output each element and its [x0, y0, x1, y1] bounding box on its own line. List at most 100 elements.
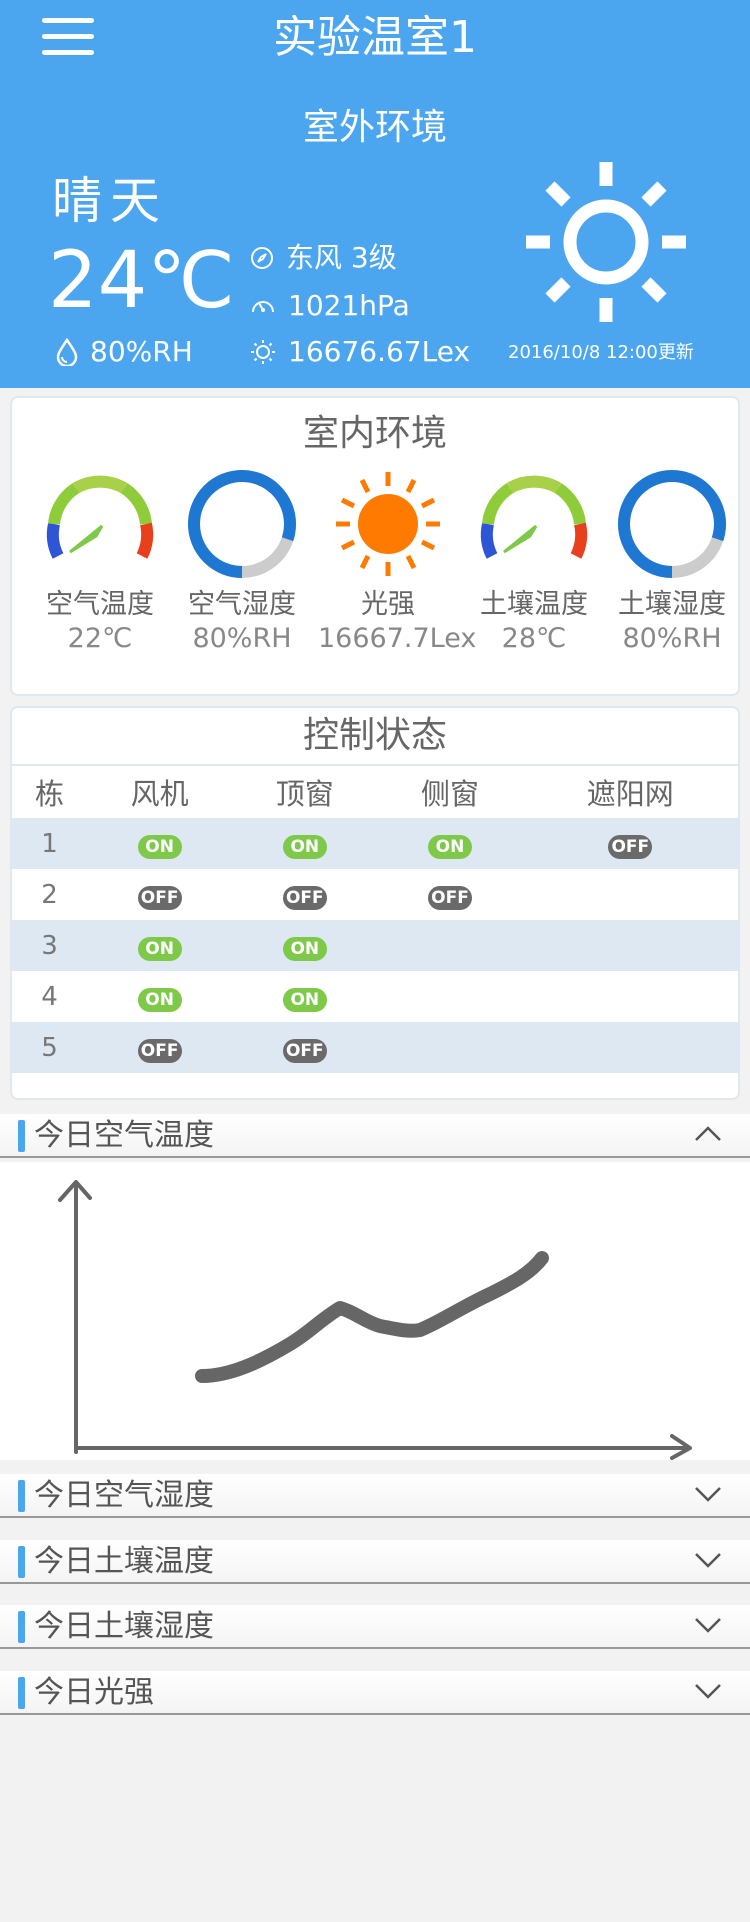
outdoor-pressure-value: 1021hPa — [288, 289, 410, 322]
top-window-cell: OFF — [232, 1022, 378, 1073]
section-header[interactable]: 今日空气湿度 — [0, 1474, 750, 1518]
update-timestamp: 2016/10/8 12:00更新 — [508, 342, 694, 363]
fan-cell: OFF — [87, 869, 232, 920]
thermometer-gauge-icon — [480, 475, 588, 559]
top-window-status-badge[interactable]: OFF — [282, 885, 327, 910]
column-header-side-window: 侧窗 — [377, 764, 523, 818]
side-window-cell — [377, 971, 522, 1022]
top-window-status-badge[interactable]: ON — [282, 834, 327, 859]
section-header[interactable]: 今日光强 — [0, 1671, 750, 1715]
building-number: 1 — [12, 818, 88, 869]
side-window-cell: ON — [377, 818, 523, 869]
air-temperature-label: 空气温度 — [46, 589, 154, 620]
top-window-status-badge[interactable]: ON — [282, 987, 327, 1012]
section-header[interactable]: 今日土壤湿度 — [0, 1605, 750, 1649]
section-accent-bar — [18, 1480, 25, 1512]
pressure-gauge-icon — [252, 301, 274, 313]
soil-temperature-value: 28℃ — [501, 623, 567, 654]
outdoor-light-value: 16676.67Lex — [288, 335, 471, 368]
fan-cell: ON — [87, 920, 233, 971]
fan-status-badge[interactable]: OFF — [137, 1038, 182, 1063]
section-label: 今日空气温度 — [34, 1118, 214, 1153]
air-temperature-series-line — [195, 1251, 549, 1383]
air-humidity-gauge: 空气湿度 80%RH — [172, 470, 312, 656]
sunny-icon — [526, 162, 686, 322]
fan-cell: ON — [87, 818, 233, 869]
section-header[interactable]: 今日土壤温度 — [0, 1540, 750, 1584]
chevron-down-icon[interactable] — [694, 1550, 722, 1570]
shade-net-cell — [523, 869, 738, 920]
soil-humidity-label: 土壤湿度 — [618, 589, 726, 620]
light-intensity-value: 16667.7Lex — [318, 623, 477, 654]
shade-net-cell — [523, 971, 738, 1022]
chevron-up-icon[interactable] — [694, 1124, 722, 1144]
table-row: 2 OFF OFF OFF — [12, 869, 738, 920]
section-label: 今日光强 — [34, 1675, 154, 1710]
fan-cell: ON — [87, 971, 232, 1022]
outdoor-temperature: 24℃ — [48, 236, 235, 326]
control-status-card: 控制状态 栋 风机 顶窗 侧窗 遮阳网 1 ON ON ON OFF 2 OFF OFF OFF… — [10, 706, 740, 1100]
humidity-ring-icon — [188, 470, 296, 578]
shade-net-status-badge[interactable]: OFF — [608, 834, 653, 859]
line-chart — [58, 1180, 692, 1460]
shade-net-cell — [522, 1022, 738, 1073]
building-number: 4 — [41, 981, 58, 1012]
column-header-fan: 风机 — [87, 764, 233, 818]
chevron-down-icon[interactable] — [694, 1681, 722, 1701]
water-drop-icon — [56, 338, 78, 366]
top-window-cell: ON — [232, 818, 378, 869]
fan-status-badge[interactable]: OFF — [137, 885, 182, 910]
soil-temperature-label: 土壤温度 — [480, 589, 588, 620]
shade-net-cell — [522, 920, 738, 971]
side-window-status-badge[interactable]: ON — [428, 834, 472, 859]
section-label: 今日土壤温度 — [34, 1544, 214, 1579]
thermometer-gauge-icon — [46, 475, 154, 559]
page-title: 实验温室1 — [273, 12, 477, 63]
soil-humidity-value: 80%RH — [622, 623, 722, 654]
compass-icon — [251, 247, 273, 269]
air-humidity-value: 80%RH — [192, 623, 292, 654]
outdoor-section-title: 室外环境 — [302, 107, 447, 148]
header-panel: 实验温室1 室外环境 晴天 24℃ 80%RH 东风 3级 1021hPa 16… — [0, 0, 750, 388]
sun-small-icon — [251, 340, 275, 364]
fan-status-badge[interactable]: ON — [137, 936, 182, 961]
fan-cell: OFF — [87, 1022, 233, 1073]
section-accent-bar — [18, 1611, 25, 1643]
indoor-environment-card: 室内环境 空气温度 22℃ 空气湿度 80%RH 光强 16667.7Lex 土… — [10, 396, 740, 696]
shade-net-cell: OFF — [522, 818, 738, 869]
section-label: 今日土壤湿度 — [34, 1609, 214, 1644]
air-temperature-value: 22℃ — [67, 623, 133, 654]
column-header-building: 栋 — [12, 764, 88, 818]
outdoor-pressure: 1021hPa — [250, 286, 410, 326]
fan-status-badge[interactable]: ON — [137, 834, 182, 859]
chevron-down-icon[interactable] — [694, 1484, 722, 1504]
top-window-cell: ON — [232, 971, 377, 1022]
outdoor-humidity-value: 80%RH — [90, 335, 193, 368]
section-accent-bar — [18, 1677, 25, 1709]
top-window-status-badge[interactable]: ON — [282, 936, 327, 961]
sun-icon — [336, 472, 440, 576]
side-window-cell — [377, 920, 523, 971]
top-window-cell: OFF — [232, 869, 377, 920]
side-window-status-badge[interactable]: OFF — [428, 885, 472, 910]
light-intensity-gauge: 光强 16667.7Lex — [318, 470, 477, 656]
section-label: 今日空气湿度 — [34, 1478, 214, 1513]
table-header-row: 栋 风机 顶窗 侧窗 遮阳网 — [12, 764, 738, 818]
outdoor-wind-value: 东风 3级 — [286, 241, 397, 274]
chevron-down-icon[interactable] — [694, 1615, 722, 1635]
air-temperature-gauge: 空气温度 22℃ — [30, 470, 170, 656]
outdoor-wind: 东风 3级 — [250, 238, 397, 278]
side-window-cell — [377, 1022, 523, 1073]
building-number: 3 — [12, 920, 88, 971]
section-header[interactable]: 今日空气温度 — [0, 1114, 750, 1158]
top-window-status-badge[interactable]: OFF — [282, 1038, 327, 1063]
outdoor-light: 16676.67Lex — [250, 332, 470, 372]
building-number: 5 — [12, 1022, 88, 1073]
indoor-section-title: 室内环境 — [302, 413, 447, 454]
fan-status-badge[interactable]: ON — [137, 987, 182, 1012]
air-temperature-chart — [0, 1162, 750, 1460]
table-row: 5 OFF OFF — [12, 1022, 738, 1073]
table-row: 3 ON ON — [12, 920, 738, 971]
table-row: 4 ON ON — [12, 971, 738, 1022]
control-status-table: 栋 风机 顶窗 侧窗 遮阳网 1 ON ON ON OFF 2 OFF OFF OFF 3 ON ON… — [12, 764, 738, 1073]
